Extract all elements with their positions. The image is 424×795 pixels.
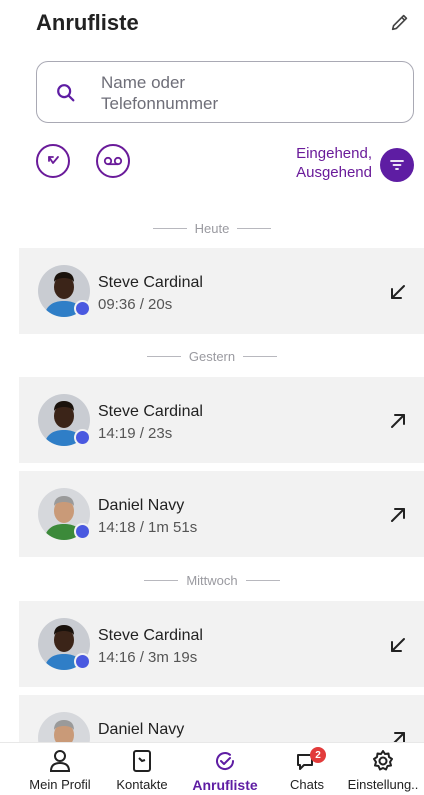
search-placeholder: Name oder Telefonnummer — [101, 73, 219, 113]
bottom-navigation: Mein Profil Kontakte Anrufliste 2 Chats — [0, 742, 424, 795]
search-input[interactable]: Name oder Telefonnummer — [36, 61, 414, 123]
presence-indicator — [74, 429, 91, 446]
filter-bar: Eingehend, Ausgehend — [0, 140, 424, 186]
call-list-item[interactable]: Steve Cardinal 09:36 / 20s — [19, 248, 424, 334]
call-time-duration: 14:19 / 23s — [98, 425, 173, 442]
voicemail-button[interactable] — [96, 144, 130, 178]
nav-item-mein-profil[interactable]: Mein Profil — [24, 743, 96, 795]
person-icon — [49, 750, 71, 772]
nav-item-kontakte[interactable]: Kontakte — [112, 743, 172, 795]
section-divider: Mittwoch — [0, 570, 424, 590]
contacts-icon — [133, 750, 151, 772]
call-time-duration: 14:18 / 1m 51s — [98, 519, 198, 536]
caller-name: Steve Cardinal — [98, 403, 203, 420]
app-header: Anrufliste — [0, 0, 424, 50]
section-divider: Heute — [0, 218, 424, 238]
voicemail-icon — [103, 156, 123, 166]
call-list-item[interactable]: Daniel Navy 14:18 / 1m 51s — [19, 471, 424, 557]
presence-indicator — [74, 523, 91, 540]
call-time-duration: 14:16 / 3m 19s — [98, 649, 198, 666]
call-list-item[interactable]: Steve Cardinal 14:19 / 23s — [19, 377, 424, 463]
incoming-call-icon — [391, 285, 405, 299]
page-title: Anrufliste — [36, 10, 139, 35]
filter-label[interactable]: Eingehend, Ausgehend — [296, 144, 372, 182]
outgoing-call-icon — [391, 508, 405, 522]
nav-item-anrufliste[interactable]: Anrufliste — [186, 743, 264, 795]
filter-button[interactable] — [380, 148, 414, 182]
gear-icon — [373, 750, 393, 771]
caller-name: Daniel Navy — [98, 497, 185, 514]
outgoing-call-icon — [391, 414, 405, 428]
caller-name: Daniel Navy — [98, 721, 185, 738]
section-divider: Gestern — [0, 346, 424, 366]
caller-name: Steve Cardinal — [98, 274, 203, 291]
call-list-item[interactable]: Steve Cardinal 14:16 / 3m 19s — [19, 601, 424, 687]
missed-call-icon — [48, 156, 59, 164]
missed-calls-button[interactable] — [36, 144, 70, 178]
incoming-call-icon — [391, 638, 405, 652]
edit-button[interactable] — [386, 8, 414, 36]
nav-item-einstellungen[interactable]: Einstellung.. — [346, 743, 420, 795]
presence-indicator — [74, 300, 91, 317]
search-icon — [55, 82, 77, 109]
nav-item-chats[interactable]: 2 Chats — [284, 743, 330, 795]
call-history-icon — [216, 752, 235, 770]
filter-icon — [390, 160, 404, 170]
call-time-duration: 09:36 / 20s — [98, 296, 173, 313]
unread-badge: 2 — [310, 747, 326, 763]
pencil-icon — [391, 14, 408, 31]
presence-indicator — [74, 653, 91, 670]
caller-name: Steve Cardinal — [98, 627, 203, 644]
